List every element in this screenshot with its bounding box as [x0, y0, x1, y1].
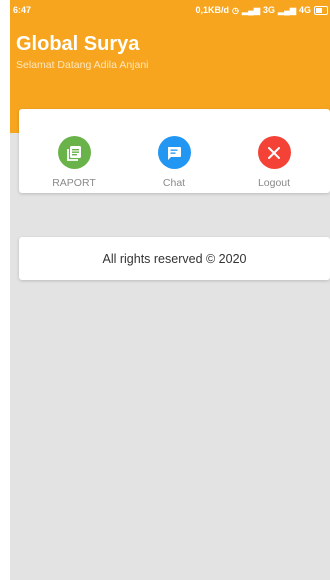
battery-icon — [314, 5, 328, 15]
signal-4g-label: 4G — [298, 5, 311, 15]
signal-bars-icon-2: ▂▄▆ — [278, 5, 296, 15]
menu-item-logout[interactable]: Logout — [239, 136, 309, 189]
menu-item-raport[interactable]: RAPORT — [39, 136, 109, 189]
app-title: Global Surya — [16, 33, 140, 55]
copyright-text: All rights reserved © 2020 — [102, 251, 247, 266]
menu-label-raport: RAPORT — [52, 177, 96, 189]
menu-label-logout: Logout — [257, 177, 291, 189]
app-screen: 6:47 0,1KB/d ◷ ▂▄▆ 3G ▂▄▆ 4G Global Sury… — [10, 0, 330, 580]
status-time: 6:47 — [13, 5, 32, 15]
status-bar: 6:47 0,1KB/d ◷ ▂▄▆ 3G ▂▄▆ 4G — [10, 0, 330, 22]
alarm-icon: ◷ — [232, 5, 239, 15]
signal-3g-label: 3G — [262, 5, 275, 15]
network-speed: 0,1KB/d — [195, 5, 230, 15]
close-icon[interactable] — [257, 136, 291, 169]
welcome-subtitle: Selamat Datang Adila Anjani — [16, 59, 149, 71]
menu-label-chat: Chat — [162, 177, 186, 189]
footer-card: All rights reserved © 2020 — [19, 237, 330, 280]
signal-bars-icon: ▂▄▆ — [242, 5, 260, 15]
status-indicators: 0,1KB/d ◷ ▂▄▆ 3G ▂▄▆ 4G — [195, 5, 328, 15]
menu-card: RAPORT Chat Logout — [19, 109, 330, 193]
chat-icon[interactable] — [157, 136, 191, 169]
menu-item-chat[interactable]: Chat — [139, 136, 209, 189]
report-icon[interactable] — [57, 136, 91, 169]
